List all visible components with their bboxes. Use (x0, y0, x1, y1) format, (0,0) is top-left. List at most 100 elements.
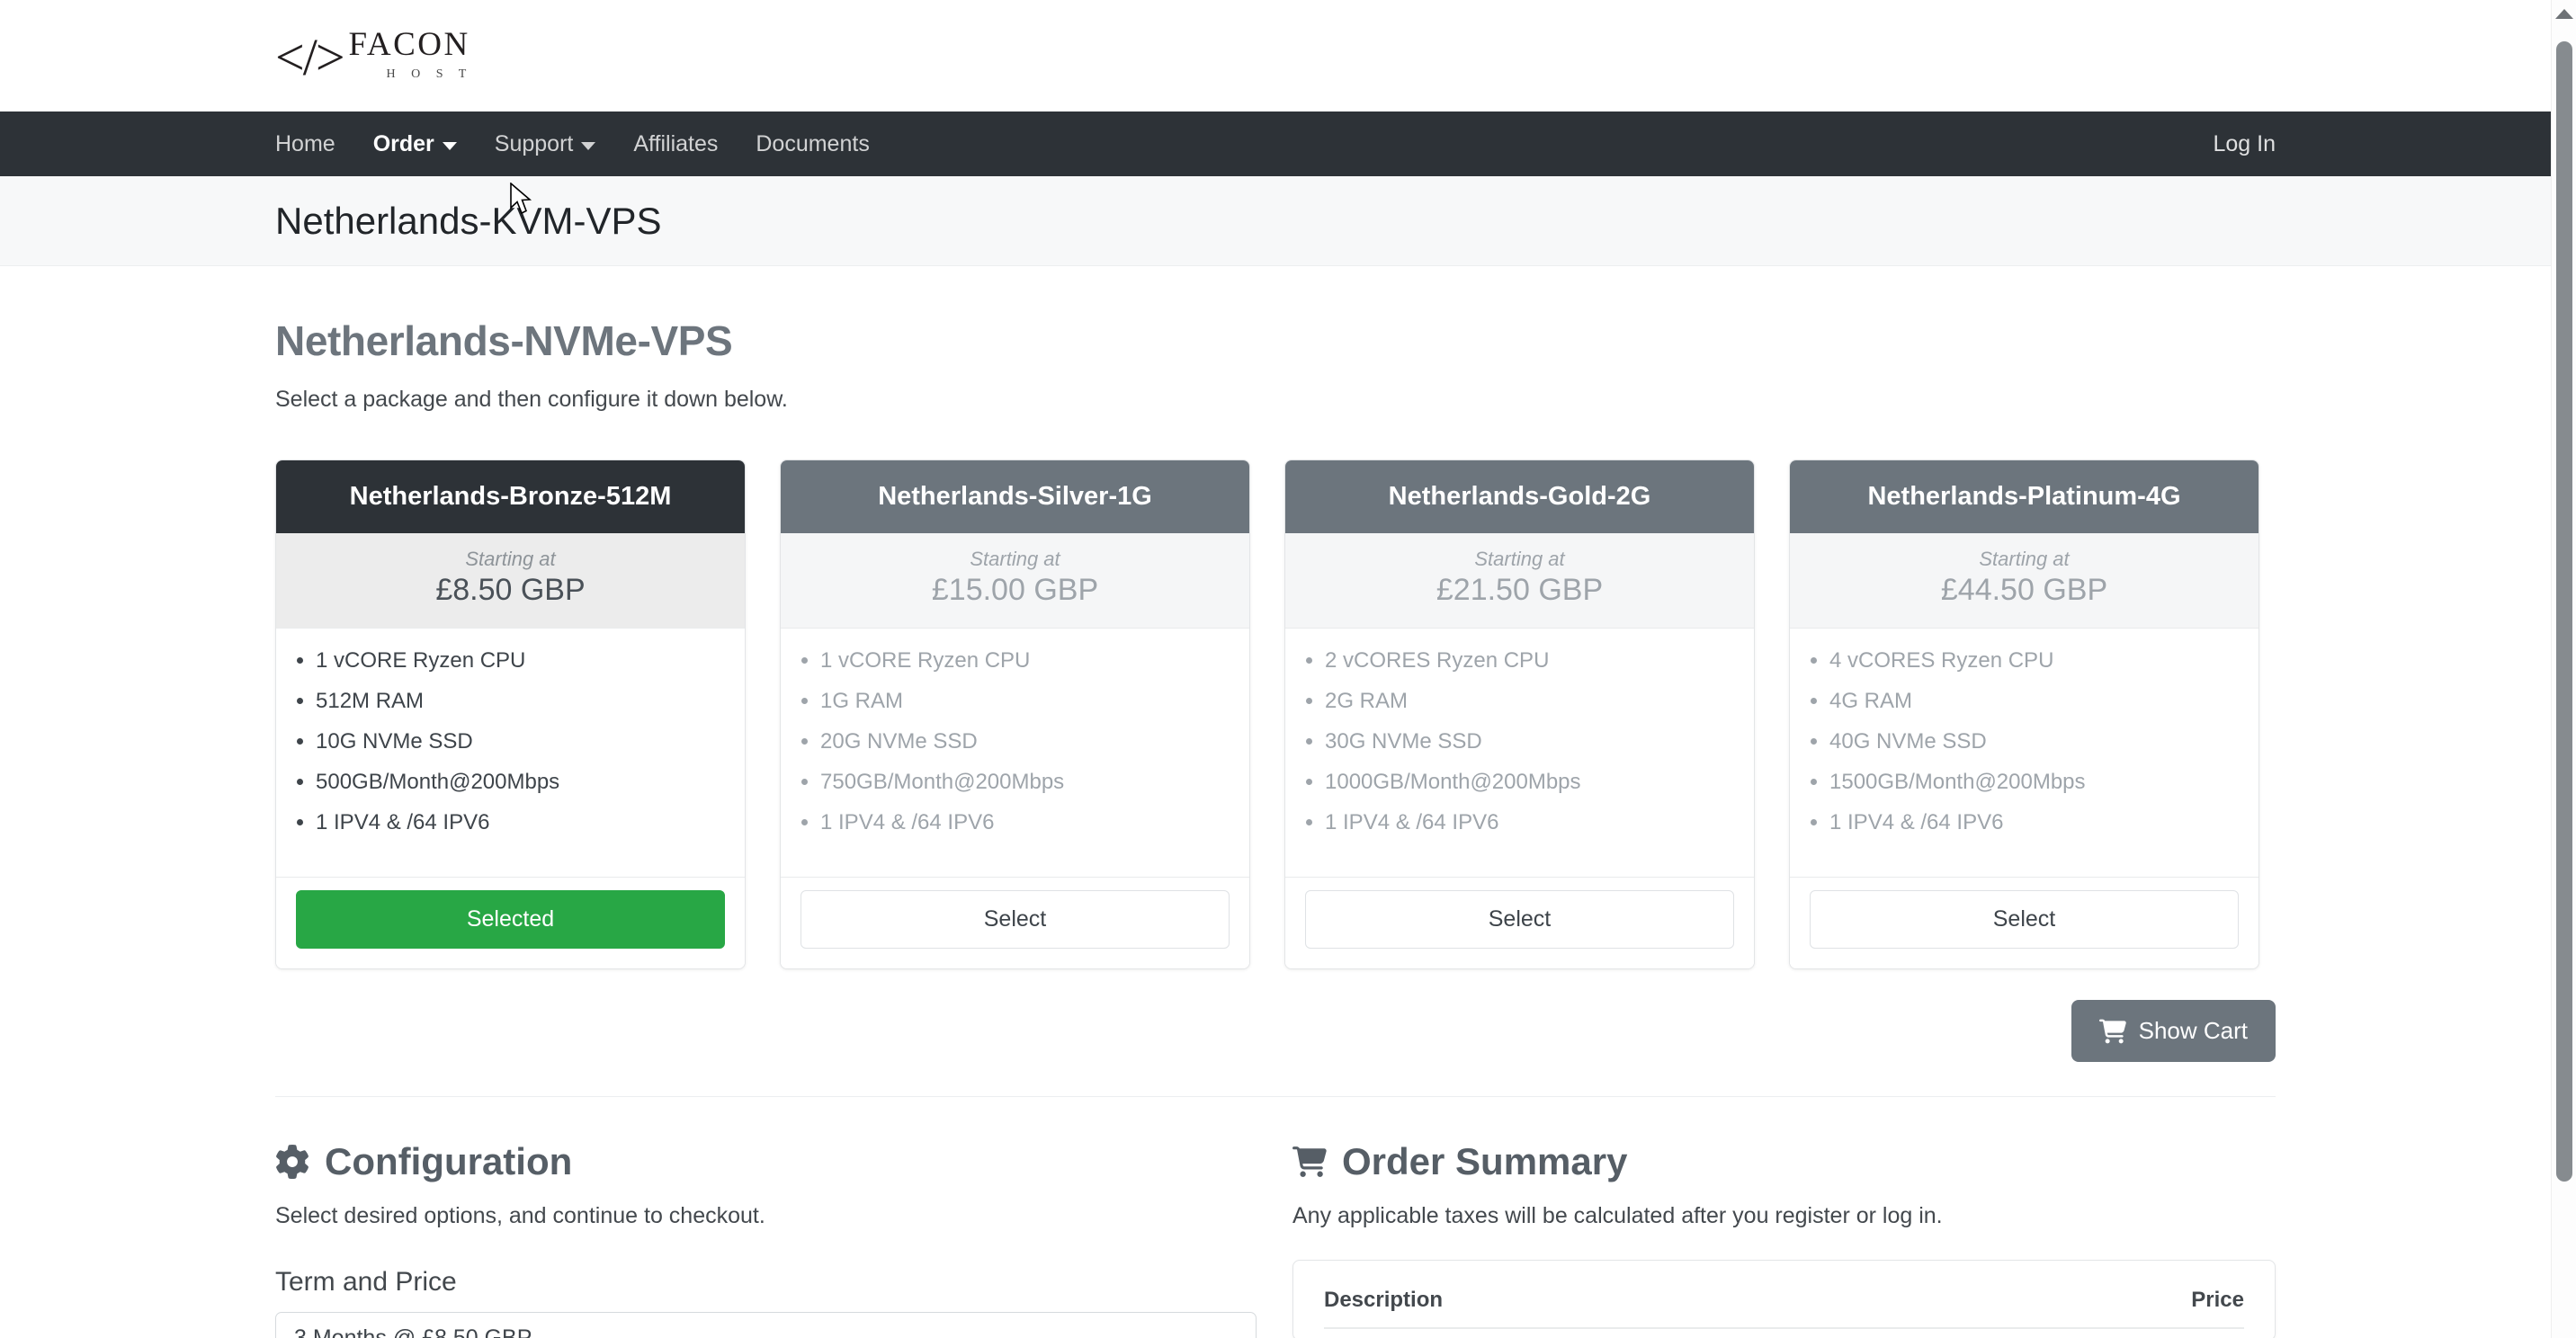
table-rule (1324, 1327, 2244, 1330)
nav-item-label: Order (372, 130, 434, 156)
column-header-description: Description (1324, 1288, 1444, 1313)
starting-at-label: Starting at (970, 548, 1060, 571)
configuration-subtitle: Select desired options, and continue to … (275, 1203, 765, 1229)
list-item: 4G RAM (1829, 689, 2233, 715)
package-price: £21.50 GBP (1436, 573, 1604, 608)
chevron-down-icon (442, 141, 457, 150)
list-item: 512M RAM (316, 689, 720, 715)
list-item: 1 IPV4 & /64 IPV6 (1325, 810, 1729, 836)
list-item: 30G NVMe SSD (1325, 729, 1729, 755)
package-name: Netherlands-Bronze-512M (276, 460, 745, 534)
package-price-block: Starting at £8.50 GBP (276, 533, 745, 629)
shopping-cart-icon (1292, 1146, 1327, 1178)
code-brackets-icon: </> (275, 28, 345, 86)
package-price: £44.50 GBP (1940, 573, 2108, 608)
column-header-price: Price (2191, 1288, 2244, 1313)
order-summary-column: Order Summary Any applicable taxes will … (1292, 1140, 2276, 1338)
configuration-title: Configuration (275, 1140, 1257, 1183)
list-item: 2G RAM (1325, 689, 1729, 715)
site-header: </> FACON H O S T (0, 0, 2551, 112)
package-footer: Select (1285, 877, 1754, 969)
package-card-bronze[interactable]: Netherlands-Bronze-512M Starting at £8.5… (275, 459, 746, 970)
lower-section: Configuration Select desired options, an… (275, 1097, 2276, 1338)
brand-tagline: H O S T (386, 67, 473, 81)
package-feature-list: 1 vCORE Ryzen CPU 1G RAM 20G NVMe SSD 75… (781, 629, 1249, 877)
configuration-column: Configuration Select desired options, an… (275, 1140, 1257, 1338)
list-item: 1 IPV4 & /64 IPV6 (1829, 810, 2233, 836)
list-item: 750GB/Month@200Mbps (820, 770, 1224, 796)
breadcrumb: Netherlands-KVM-VPS (0, 176, 2551, 266)
browser-viewport: </> FACON H O S T Home Order Support Aff… (0, 0, 2576, 1338)
cart-row: Show Cart (275, 1000, 2276, 1063)
chevron-down-icon (581, 141, 596, 150)
starting-at-label: Starting at (1979, 548, 2070, 571)
package-footer: Selected (276, 877, 745, 969)
list-item: 1000GB/Month@200Mbps (1325, 770, 1729, 796)
order-summary-table: Description Price (1292, 1260, 2276, 1338)
list-item: 20G NVMe SSD (820, 729, 1224, 755)
show-cart-label: Show Cart (2138, 1017, 2248, 1045)
package-name: Netherlands-Silver-1G (781, 460, 1249, 534)
page-title: Netherlands-NVMe-VPS (275, 317, 733, 364)
select-package-button[interactable]: Selected (296, 890, 725, 950)
main-navbar: Home Order Support Affiliates Documents … (0, 112, 2551, 176)
select-package-button[interactable]: Select (1810, 890, 2239, 950)
page-header: Netherlands-NVMe-VPS Select a package an… (275, 266, 2276, 413)
main-container: Netherlands-NVMe-VPS Select a package an… (0, 266, 2551, 1338)
scrollbar-thumb[interactable] (2556, 41, 2572, 1182)
package-cards: Netherlands-Bronze-512M Starting at £8.5… (275, 459, 2276, 970)
login-link[interactable]: Log In (2213, 131, 2276, 157)
starting-at-label: Starting at (1474, 548, 1565, 571)
list-item: 1 vCORE Ryzen CPU (820, 648, 1224, 674)
list-item: 4 vCORES Ryzen CPU (1829, 648, 2233, 674)
package-card-platinum[interactable]: Netherlands-Platinum-4G Starting at £44.… (1789, 459, 2259, 970)
show-cart-button[interactable]: Show Cart (2071, 1000, 2276, 1063)
select-package-button[interactable]: Select (1305, 890, 1734, 950)
package-price-block: Starting at £44.50 GBP (1790, 533, 2258, 629)
package-feature-list: 4 vCORES Ryzen CPU 4G RAM 40G NVMe SSD 1… (1790, 629, 2258, 877)
nav-item-label: Support (494, 130, 574, 156)
configuration-title-text: Configuration (325, 1140, 573, 1183)
term-select[interactable]: 3 Months @ £8.50 GBP (275, 1312, 1257, 1338)
page-subtitle: Select a package and then configure it d… (275, 387, 788, 412)
package-price: £15.00 GBP (931, 573, 1099, 608)
nav-item-home[interactable]: Home (275, 131, 354, 157)
package-name: Netherlands-Gold-2G (1285, 460, 1754, 534)
list-item: 10G NVMe SSD (316, 729, 720, 755)
package-price: £8.50 GBP (435, 573, 586, 608)
package-footer: Select (781, 877, 1249, 969)
list-item: 1500GB/Month@200Mbps (1829, 770, 2233, 796)
nav-item-label: Home (275, 130, 335, 156)
nav-item-documents[interactable]: Documents (737, 131, 888, 157)
package-card-silver[interactable]: Netherlands-Silver-1G Starting at £15.00… (780, 459, 1250, 970)
brand-name: FACON (348, 26, 470, 63)
list-item: 40G NVMe SSD (1829, 729, 2233, 755)
gear-icon (276, 1145, 309, 1180)
list-item: 1 IPV4 & /64 IPV6 (820, 810, 1224, 836)
list-item: 2 vCORES Ryzen CPU (1325, 648, 1729, 674)
nav-item-order[interactable]: Order (354, 131, 476, 157)
list-item: 1 vCORE Ryzen CPU (316, 648, 720, 674)
page-scrollbar[interactable] (2551, 0, 2576, 1338)
list-item: 1 IPV4 & /64 IPV6 (316, 810, 720, 836)
select-package-button[interactable]: Select (801, 890, 1230, 950)
scroll-up-arrow-icon[interactable] (2555, 9, 2573, 19)
page-content: </> FACON H O S T Home Order Support Aff… (0, 0, 2551, 1338)
breadcrumb-title: Netherlands-KVM-VPS (275, 199, 662, 242)
package-feature-list: 1 vCORE Ryzen CPU 512M RAM 10G NVMe SSD … (276, 629, 745, 877)
site-logo[interactable]: </> FACON H O S T (275, 28, 472, 84)
logo-text: FACON H O S T (349, 28, 473, 84)
package-feature-list: 2 vCORES Ryzen CPU 2G RAM 30G NVMe SSD 1… (1285, 629, 1754, 877)
nav-item-label: Documents (756, 130, 870, 156)
nav-item-affiliates[interactable]: Affiliates (614, 131, 737, 157)
nav-item-support[interactable]: Support (476, 131, 615, 157)
starting-at-label: Starting at (465, 548, 556, 571)
package-card-gold[interactable]: Netherlands-Gold-2G Starting at £21.50 G… (1284, 459, 1755, 970)
order-summary-title-text: Order Summary (1342, 1140, 1628, 1183)
nav-links: Home Order Support Affiliates Documents (275, 131, 889, 157)
list-item: 1G RAM (820, 689, 1224, 715)
shopping-cart-icon (2098, 1019, 2126, 1044)
table-header-row: Description Price (1324, 1288, 2244, 1327)
order-summary-title: Order Summary (1292, 1140, 2276, 1183)
package-footer: Select (1790, 877, 2258, 969)
